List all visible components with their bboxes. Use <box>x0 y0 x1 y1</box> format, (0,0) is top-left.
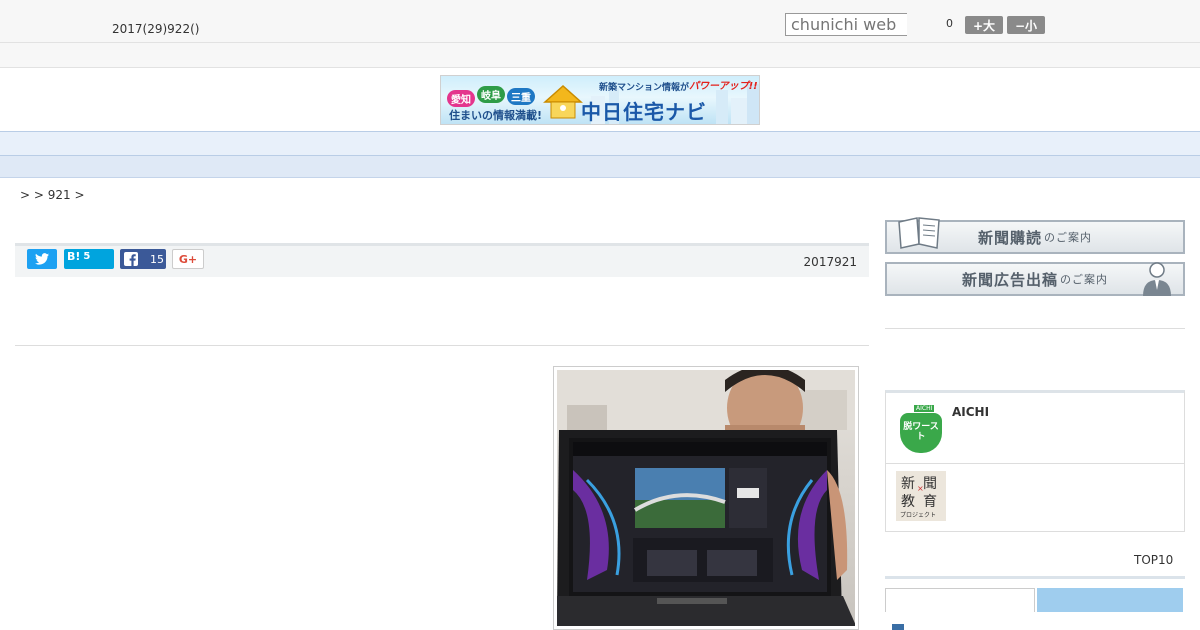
top10-heading: TOP10 <box>1134 553 1174 567</box>
ranking-tab-first[interactable] <box>885 588 1035 612</box>
subscribe-suffix: のご案内 <box>1044 231 1092 244</box>
prefecture-badge: 愛知 <box>447 90 475 107</box>
hatena-bookmark-button[interactable]: B! 5 <box>64 249 114 269</box>
aichi-badge-main: 脱ワースト <box>900 413 942 453</box>
article-photo[interactable] <box>553 366 859 630</box>
share-bar: B! 5 15 G+ 2017921 <box>15 243 869 277</box>
photo-image <box>557 370 855 626</box>
banner-logo: 中日住宅ナビ <box>581 100 707 124</box>
facebook-share-button[interactable]: 15 <box>120 249 166 269</box>
main-nav <box>0 131 1200 156</box>
font-size-count: 0 <box>946 17 953 30</box>
banner-headline: 新築マンション情報が <box>599 83 690 93</box>
housing-navi-banner[interactable]: 愛知 岐阜 三重 住まいの情報満載! 新築マンション情報が パワーアップ!! 中… <box>440 75 760 125</box>
hatena-count: 5 <box>83 250 91 262</box>
facebook-count: 15 <box>150 252 164 266</box>
advertise-label: 新聞広告出稿 <box>961 270 1058 289</box>
ranking-number-badge <box>892 624 904 630</box>
advertise-suffix: のご案内 <box>1060 273 1108 286</box>
education-logo-char: 新 <box>901 476 915 492</box>
sub-header-bar <box>0 43 1200 68</box>
book-icon <box>898 217 940 249</box>
sidebar-divider <box>885 328 1185 329</box>
newspaper-education-logo[interactable]: 新 聞 × 教 育 プロジェクト <box>896 471 946 521</box>
subscribe-label: 新聞購読 <box>977 228 1042 247</box>
education-logo-sub: プロジェクト <box>900 512 937 519</box>
newspaper-subscription-banner[interactable]: 新聞購読 のご案内 <box>885 217 1185 254</box>
person-icon <box>1143 262 1171 296</box>
aichi-worst-logo[interactable]: AICHI 脱ワースト <box>898 405 944 453</box>
newspaper-advertising-banner[interactable]: 新聞広告出稿 のご案内 <box>885 262 1185 296</box>
banner-tagline: 住まいの情報満載! <box>449 109 543 122</box>
font-size-increase-button[interactable]: +大 <box>965 16 1003 34</box>
search-input[interactable] <box>785 13 907 36</box>
breadcrumb[interactable]: > > 921 > <box>20 188 85 202</box>
hatena-icon: B! <box>67 249 81 263</box>
education-logo-char: 育 <box>923 494 937 510</box>
google-plus-share-button[interactable]: G+ <box>172 249 204 269</box>
sidebox-divider <box>886 463 1184 464</box>
header-date: 2017(29)922() <box>112 22 200 36</box>
facebook-icon <box>124 252 138 266</box>
prefecture-badge: 岐阜 <box>477 86 505 103</box>
font-size-decrease-button[interactable]: −小 <box>1007 16 1045 34</box>
twitter-share-button[interactable] <box>27 249 57 269</box>
aichi-title[interactable]: AICHI <box>952 405 989 419</box>
publish-date: 2017921 <box>803 255 857 269</box>
banner-headline-accent: パワーアップ!! <box>689 81 758 92</box>
education-logo-char: 聞 <box>923 476 937 492</box>
google-plus-icon: G+ <box>178 252 198 266</box>
aichi-badge-top: AICHI <box>914 405 935 412</box>
twitter-icon <box>35 253 49 265</box>
sub-nav <box>0 156 1200 178</box>
prefecture-badge: 三重 <box>507 88 535 105</box>
ranking-tab-second[interactable] <box>1037 588 1183 612</box>
education-logo-char: 教 <box>901 494 915 510</box>
sidebar-project-box: AICHI 脱ワースト AICHI 新 聞 × 教 育 プロジェクト <box>885 390 1185 532</box>
ranking-tabs-rule <box>885 576 1185 579</box>
article-divider <box>15 345 869 346</box>
